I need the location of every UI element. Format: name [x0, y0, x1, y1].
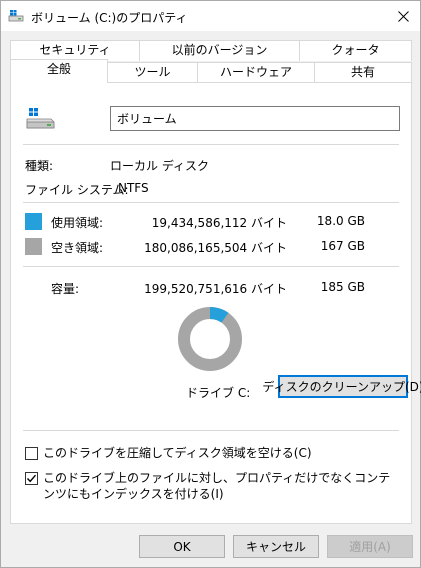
- compress-checkbox-box[interactable]: [25, 447, 38, 460]
- free-space-label: 空き領域:: [51, 241, 104, 255]
- disk-cleanup-button[interactable]: ディスクのクリーンアップ(D): [262, 375, 421, 398]
- separator: [23, 202, 399, 203]
- cancel-button[interactable]: キャンセル: [233, 535, 319, 558]
- used-space-bytes: 19,434,586,112 バイト: [151, 216, 287, 230]
- free-space-size: 167 GB: [320, 239, 365, 253]
- free-space-bytes: 180,086,165,504 バイト: [144, 241, 287, 255]
- separator: [23, 430, 399, 431]
- drive-large-icon: [25, 107, 57, 134]
- title-bar[interactable]: ボリューム (C:)のプロパティ: [1, 1, 420, 31]
- tab-sharing[interactable]: 共有: [314, 62, 412, 83]
- used-space-label: 使用領域:: [51, 216, 104, 230]
- properties-window: ボリューム (C:)のプロパティ セキュリティ 以前のバージョン クォータ 全般…: [0, 0, 421, 568]
- capacity-bytes: 199,520,751,616 バイト: [144, 282, 287, 296]
- index-checkbox-label: このドライブ上のファイルに対し、プロパティだけでなくコンテンツにもインデックスを…: [43, 471, 391, 501]
- compress-checkbox-label: このドライブを圧縮してディスク領域を空ける(C): [43, 446, 312, 460]
- used-space-size: 18.0 GB: [316, 214, 365, 228]
- checkmark-icon: [26, 474, 37, 483]
- window-title: ボリューム (C:)のプロパティ: [31, 11, 188, 25]
- drive-icon: [8, 9, 24, 23]
- compress-drive-checkbox[interactable]: このドライブを圧縮してディスク領域を空ける(C): [25, 445, 395, 461]
- tab-general[interactable]: 全般: [10, 59, 108, 83]
- type-value: ローカル ディスク: [110, 159, 209, 173]
- separator: [23, 266, 399, 267]
- tab-tools[interactable]: ツール: [107, 62, 198, 83]
- free-space-swatch: [25, 238, 42, 255]
- type-label: 種類:: [25, 159, 54, 173]
- drive-letter-label: ドライブ C:: [186, 386, 251, 400]
- tab-previous-versions[interactable]: 以前のバージョン: [139, 40, 300, 61]
- separator: [23, 144, 399, 145]
- filesystem-label: ファイル システム:: [25, 183, 129, 197]
- used-space-swatch: [25, 213, 42, 230]
- tab-quota[interactable]: クォータ: [299, 40, 412, 61]
- used-space-arc: [209, 307, 229, 323]
- ok-button[interactable]: OK: [139, 535, 225, 558]
- index-drive-checkbox[interactable]: このドライブ上のファイルに対し、プロパティだけでなくコンテンツにもインデックスを…: [25, 470, 395, 502]
- disk-usage-donut: [178, 307, 242, 371]
- general-tab-panel: 種類: ローカル ディスク ファイル システム: NTFS 使用領域: 19,4…: [10, 82, 421, 524]
- close-button[interactable]: [386, 1, 420, 31]
- tab-security[interactable]: セキュリティ: [10, 40, 140, 61]
- tab-hardware[interactable]: ハードウェア: [197, 62, 315, 83]
- close-icon: [397, 10, 409, 22]
- volume-name-input[interactable]: [110, 106, 400, 131]
- apply-button[interactable]: 適用(A): [327, 535, 413, 558]
- index-checkbox-box[interactable]: [25, 472, 38, 485]
- free-space-ring: [178, 307, 242, 371]
- capacity-size: 185 GB: [320, 280, 365, 294]
- filesystem-value: NTFS: [118, 181, 149, 195]
- capacity-label: 容量:: [51, 282, 80, 296]
